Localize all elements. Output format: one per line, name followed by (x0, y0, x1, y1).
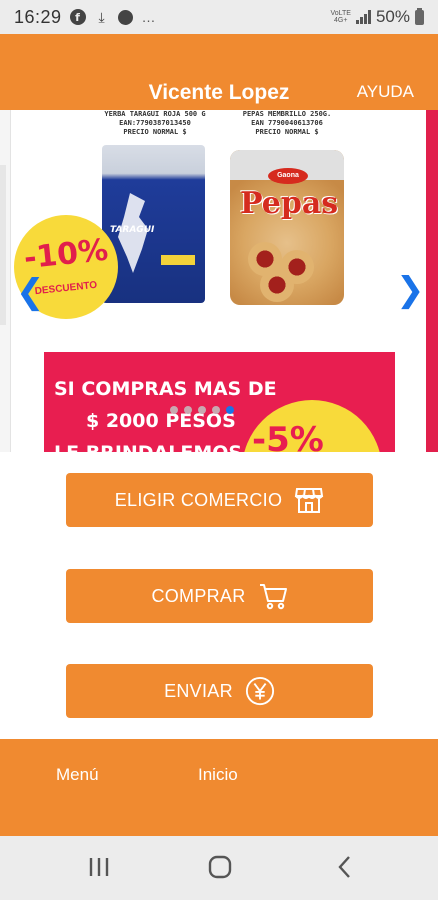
cookie-shape (260, 268, 294, 302)
carousel-next-icon[interactable]: ❯ (396, 273, 425, 307)
system-nav-bar (0, 836, 438, 900)
carousel-dot[interactable] (184, 406, 192, 414)
buy-button[interactable]: COMPRAR (66, 569, 373, 623)
home-icon[interactable] (205, 852, 235, 882)
yen-coin-icon (245, 676, 275, 706)
nav-home[interactable]: Inicio (198, 765, 238, 785)
carousel-prev-icon[interactable]: ❮ (16, 275, 45, 309)
product-1-caption: YERBA TARAGUI ROJA 500 G EAN:77903870134… (100, 110, 210, 137)
facebook-icon: f (69, 9, 86, 25)
carousel-edge-right (426, 110, 438, 452)
product-2-caption: PEPAS MEMBRILLO 250G. EAN 7790040613706 … (232, 110, 342, 137)
bottom-nav: Menú Inicio (0, 739, 438, 836)
promo-line-3: LE BRINDALEMOS (54, 442, 242, 452)
buy-label: COMPRAR (151, 585, 246, 606)
carousel-dot[interactable] (226, 406, 234, 414)
app-header: Vicente Lopez AYUDA (0, 34, 438, 110)
more-icon: … (141, 9, 157, 25)
store-icon (294, 485, 324, 515)
status-right: VoLTE 4G+ 50% (330, 7, 424, 27)
cart-icon (258, 581, 288, 611)
status-bar: 16:29 f ⤓ … VoLTE 4G+ 50% (0, 0, 438, 34)
product-2-ean: EAN 7790040613706 (251, 119, 323, 127)
promo-banner: SI COMPRAS MAS DE $ 2000 PESOS LE BRINDA… (44, 352, 395, 452)
discount-value: -10% (22, 232, 110, 277)
promo-circle-text: -5% (252, 420, 324, 452)
product-1-title: YERBA TARAGUI ROJA 500 G (104, 110, 206, 118)
product-image-pepas: Gaona Pepas (230, 150, 344, 305)
product-image-yerba: TARAGUI (102, 145, 205, 303)
send-label: ENVIAR (164, 680, 233, 701)
promo-carousel[interactable]: YERBA TARAGUI ROJA 500 G EAN:77903870134… (0, 110, 438, 452)
carousel-dot[interactable] (170, 406, 178, 414)
product-1-price: PRECIO NORMAL $ (123, 128, 187, 136)
carousel-edge-left (0, 110, 11, 452)
recent-apps-icon[interactable] (84, 852, 114, 882)
carousel-dot[interactable] (212, 406, 220, 414)
status-left: 16:29 f ⤓ … (14, 7, 157, 28)
battery-level: 50% (375, 7, 410, 26)
signal-icon (355, 10, 371, 24)
product-2-brand: Gaona (268, 168, 308, 184)
download-icon: ⤓ (98, 8, 105, 25)
help-link[interactable]: AYUDA (357, 82, 414, 102)
network-icon: VoLTE 4G+ (330, 10, 351, 24)
status-time: 16:29 (14, 6, 62, 27)
send-button[interactable]: ENVIAR (66, 664, 373, 718)
promo-circle: -5% (242, 400, 382, 452)
product-1-badge (161, 255, 195, 265)
nav-menu[interactable]: Menú (56, 765, 99, 785)
choose-store-button[interactable]: ELIGIR COMERCIO (66, 473, 373, 527)
product-2-title: PEPAS MEMBRILLO 250G. (242, 110, 332, 118)
back-icon[interactable] (330, 852, 360, 882)
choose-store-label: ELIGIR COMERCIO (114, 489, 283, 510)
battery-icon (415, 7, 424, 25)
promo-line-1: SI COMPRAS MAS DE (54, 378, 277, 400)
face-icon (118, 9, 134, 25)
product-1-brand: TARAGUI (110, 225, 155, 235)
product-1-ean: EAN:7790387013450 (119, 119, 191, 127)
product-2-name: Pepas (240, 186, 339, 221)
carousel-dots[interactable] (170, 406, 234, 414)
product-2-price: PRECIO NORMAL $ (255, 128, 319, 136)
carousel-dot[interactable] (198, 406, 206, 414)
